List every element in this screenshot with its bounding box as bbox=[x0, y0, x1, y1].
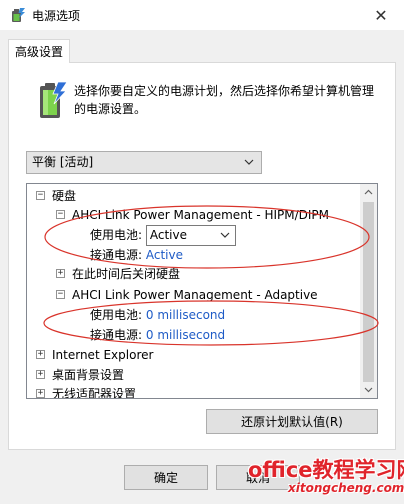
window-title: 电源选项 bbox=[32, 9, 81, 23]
tree-label: 无线适配器设置 bbox=[52, 387, 137, 399]
plugged-in-label: 接通电源: bbox=[90, 248, 143, 262]
tree-item-adaptive-plugged: 接通电源: 0 millisecond bbox=[90, 326, 225, 344]
chevron-down-icon bbox=[364, 387, 373, 393]
collapse-icon[interactable]: − bbox=[36, 191, 45, 200]
expand-icon[interactable]: + bbox=[56, 269, 65, 278]
power-plan-value: 平衡 [活动] bbox=[32, 155, 94, 169]
hipm-battery-value: Active bbox=[149, 228, 187, 242]
tree-label: 在此时间后关闭硬盘 bbox=[72, 267, 181, 281]
watermark-logo: office教程学习网 xitongcheng.com bbox=[248, 454, 404, 504]
tree-label: 桌面背景设置 bbox=[52, 368, 125, 382]
chevron-down-icon bbox=[220, 232, 230, 238]
settings-tree[interactable]: − 硬盘 − AHCI Link Power Management - HIPM… bbox=[26, 183, 378, 399]
battery-plan-icon bbox=[40, 82, 68, 118]
tab-advanced-settings[interactable]: 高级设置 bbox=[8, 39, 70, 63]
ok-button[interactable]: 确定 bbox=[124, 465, 208, 490]
power-plan-select[interactable]: 平衡 [活动] bbox=[26, 151, 262, 174]
tree-label: AHCI Link Power Management - HIPM/DIPM bbox=[72, 208, 330, 222]
collapse-icon[interactable]: − bbox=[56, 210, 65, 219]
chevron-down-icon bbox=[244, 159, 254, 165]
ok-label: 确定 bbox=[153, 471, 178, 485]
adaptive-plugged-value[interactable]: 0 millisecond bbox=[146, 328, 225, 342]
tree-label: AHCI Link Power Management - Adaptive bbox=[72, 288, 318, 302]
watermark-sub: xitongcheng.com bbox=[288, 481, 404, 495]
power-options-icon bbox=[12, 8, 25, 22]
description-text: 选择你要自定义的电源计划，然后选择你希望计算机管理的电源设置。 bbox=[74, 84, 375, 116]
tree-label: Internet Explorer bbox=[52, 348, 154, 362]
hipm-plugged-value[interactable]: Active bbox=[146, 248, 183, 262]
collapse-icon[interactable]: − bbox=[56, 290, 65, 299]
tab-label: 高级设置 bbox=[14, 45, 63, 59]
scroll-up-arrow[interactable] bbox=[360, 184, 377, 201]
close-button[interactable]: ✕ bbox=[358, 0, 404, 30]
on-battery-label: 使用电池: bbox=[90, 308, 143, 322]
close-icon: ✕ bbox=[374, 5, 388, 25]
watermark-main: office教程学习网 bbox=[248, 458, 404, 482]
expand-icon[interactable]: + bbox=[36, 350, 45, 359]
tree-scrollbar[interactable] bbox=[360, 184, 377, 398]
adaptive-battery-value[interactable]: 0 millisecond bbox=[146, 308, 225, 322]
tree-item-hipm-plugged: 接通电源: Active bbox=[90, 246, 183, 264]
hipm-battery-select[interactable]: Active bbox=[145, 225, 236, 246]
on-battery-label: 使用电池: bbox=[90, 228, 143, 242]
plugged-in-label: 接通电源: bbox=[90, 328, 143, 342]
scroll-down-arrow[interactable] bbox=[360, 381, 377, 398]
restore-label: 还原计划默认值(R) bbox=[241, 415, 343, 429]
tree-item-hipm-battery: 使用电池: Active bbox=[90, 224, 236, 246]
expand-icon[interactable]: + bbox=[36, 370, 45, 379]
tree-item-adaptive-battery: 使用电池: 0 millisecond bbox=[90, 306, 225, 324]
expand-icon[interactable]: + bbox=[36, 389, 45, 398]
tree-label: 硬盘 bbox=[52, 189, 77, 203]
scroll-thumb[interactable] bbox=[363, 202, 374, 382]
chevron-up-icon bbox=[364, 189, 373, 195]
restore-defaults-button[interactable]: 还原计划默认值(R) bbox=[206, 409, 378, 434]
title-bar: 电源选项 ✕ bbox=[0, 0, 404, 30]
